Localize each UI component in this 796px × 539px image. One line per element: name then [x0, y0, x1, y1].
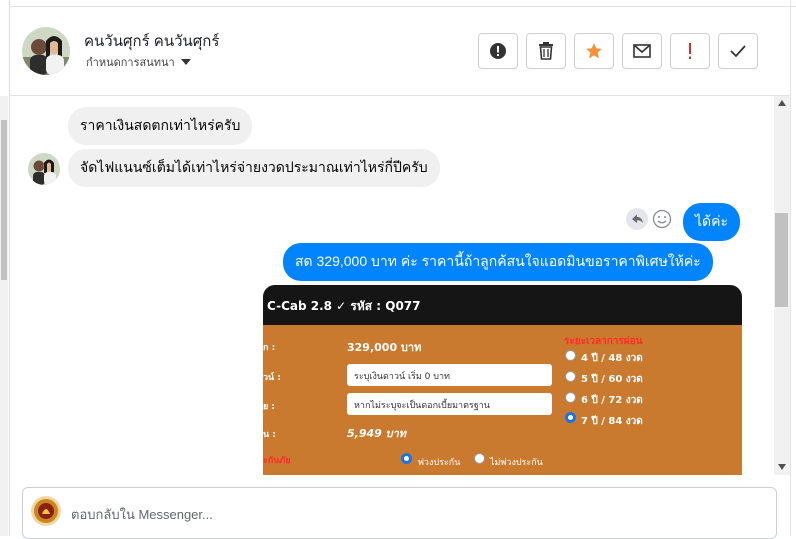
plan-option: 7 ปี / 84 งวด: [581, 416, 643, 427]
header-actions: [478, 33, 758, 69]
interest-rate-label: ย :: [263, 402, 276, 412]
thread-scrollbar-thumb[interactable]: [775, 213, 788, 307]
priority-icon: [689, 43, 691, 59]
down-payment-label: วน์ :: [263, 373, 281, 383]
price-value: 329,000 บาท: [347, 341, 422, 354]
plan-radio: [565, 350, 576, 361]
plan-option: 6 ปี / 72 งวด: [581, 395, 643, 406]
contact-avatar[interactable]: [22, 27, 70, 75]
page-avatar: [31, 496, 61, 526]
react-button[interactable]: [652, 209, 672, 233]
check-icon: [730, 45, 746, 58]
loan-calculator-image[interactable]: C-Cab 2.8 ✓ รหัส : Q077 ก : 329,000 บาท …: [263, 285, 742, 475]
report-button[interactable]: [478, 33, 518, 69]
thread-scrollbar[interactable]: [774, 96, 790, 475]
mark-done-button[interactable]: [718, 33, 758, 69]
price-label: ก :: [263, 343, 276, 353]
plan-radio: [565, 371, 576, 382]
reply-icon: [626, 208, 648, 230]
plan-radio: [565, 392, 576, 403]
reply-input[interactable]: ตอบกลับใน Messenger...: [71, 504, 213, 525]
monthly-payment-value: 5,949 บาท: [347, 427, 407, 440]
mail-icon: [633, 44, 651, 58]
insurance-radio-selected: [401, 453, 412, 464]
conversation-schedule-label: กำหนดการสนทนา: [86, 57, 175, 69]
star-icon: [586, 43, 602, 59]
report-icon: [490, 43, 506, 59]
conversation-schedule-dropdown[interactable]: กำหนดการสนทนา: [86, 53, 191, 71]
incoming-message: ราคาเงินสดตกเท่าไหร่ครับ: [68, 107, 253, 145]
contact-name: คนวันศุกร์ คนวันศุกร์: [84, 33, 220, 50]
mark-unread-button[interactable]: [622, 33, 662, 69]
attachment-title: C-Cab 2.8 ✓ รหัส : Q077: [263, 285, 742, 325]
interest-rate-input: หากไม่ระบุจะเป็นดอกเบี้ยมาตรฐาน: [347, 393, 552, 415]
scroll-up-arrow-icon[interactable]: [778, 100, 786, 106]
insurance-option: พ่วงประกัน: [418, 458, 461, 468]
priority-button[interactable]: [670, 33, 710, 69]
scroll-down-arrow-icon[interactable]: [778, 464, 786, 470]
page-scrollbar[interactable]: [0, 96, 8, 536]
divider: [790, 0, 791, 536]
message-hover-actions: [626, 208, 672, 234]
outgoing-message: สด 329,000 บาท ค่ะ ราคานี้ถ้าลูกค้สนใจแอ…: [283, 243, 713, 281]
insurance-radio: [474, 453, 485, 464]
insurance-label: ะกันภัย: [263, 456, 291, 466]
smiley-icon: [652, 209, 672, 229]
message-thread[interactable]: ราคาเงินสดตกเท่าไหร่ครับ จัดไฟแนนซ์เต็มไ…: [10, 96, 774, 475]
reply-composer[interactable]: ตอบกลับใน Messenger...: [22, 487, 777, 539]
page-scrollbar-thumb[interactable]: [1, 120, 7, 280]
delete-button[interactable]: [526, 33, 566, 69]
plan-option: 4 ปี / 48 งวด: [581, 353, 643, 364]
plan-radio-selected: [565, 412, 576, 423]
contact-avatar-small: [28, 153, 60, 185]
insurance-option: ไม่พ่วงประกัน: [490, 458, 543, 468]
trash-icon: [539, 42, 553, 60]
conversation-header: คนวันศุกร์ คนวันศุกร์ กำหนดการสนทนา: [10, 7, 790, 96]
down-payment-input: ระบุเงินดาวน์ เริ่ม 0 บาท: [347, 364, 552, 386]
plan-title: ระยะเวลาการผ่อน: [564, 336, 643, 347]
outgoing-message: ได้ค่ะ: [683, 203, 741, 241]
chevron-down-icon: [180, 59, 191, 65]
plan-option: 5 ปี / 60 งวด: [581, 374, 643, 385]
reply-button[interactable]: [626, 208, 648, 234]
incoming-message: จัดไฟแนนซ์เต็มได้เท่าไหร่จ่ายงวดประมาณเท…: [68, 149, 440, 187]
messenger-window: คนวันศุกร์ คนวันศุกร์ กำหนดการสนทนา ราคา…: [0, 0, 796, 539]
monthly-payment-label: น :: [263, 430, 276, 440]
star-button[interactable]: [574, 33, 614, 69]
